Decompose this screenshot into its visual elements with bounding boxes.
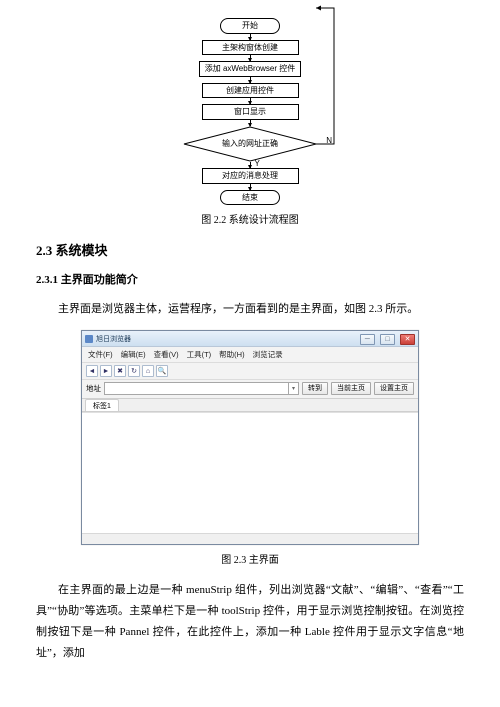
menu-help[interactable]: 帮助(H) xyxy=(218,349,245,360)
paragraph-1: 主界面是浏览器主体，运营程序，一方面看到的是主界面，如图 2.3 所示。 xyxy=(36,299,464,320)
maximize-button[interactable]: □ xyxy=(380,334,395,345)
flow-end: 结束 xyxy=(220,190,280,206)
address-panel: 地址 ▾ 转到 当前主页 设置主页 xyxy=(82,380,418,399)
address-dropdown-icon[interactable]: ▾ xyxy=(288,383,298,394)
paragraph-2: 在主界面的最上边是一种 menuStrip 组件，列出浏览器“文献”、“编辑”、… xyxy=(36,580,464,664)
flow-step-2: 添加 axWebBrowser 控件 xyxy=(199,61,302,77)
forward-icon[interactable]: ► xyxy=(100,365,112,377)
tab-strip: 标签1 xyxy=(82,399,418,412)
app-window: 旭日浏览器 ─ □ ✕ 文件(F) 编辑(E) 查看(V) 工具(T) 帮助(H… xyxy=(81,330,419,545)
close-button[interactable]: ✕ xyxy=(400,334,415,345)
document-page: 开始 主架构窗体创建 添加 axWebBrowser 控件 创建应用控件 窗口显… xyxy=(0,0,500,707)
browser-content xyxy=(82,412,418,533)
menu-edit[interactable]: 编辑(E) xyxy=(120,349,147,360)
tab-1[interactable]: 标签1 xyxy=(85,399,119,411)
refresh-icon[interactable]: ↻ xyxy=(128,365,140,377)
stop-icon[interactable]: ✖ xyxy=(114,365,126,377)
title-bar: 旭日浏览器 ─ □ ✕ xyxy=(82,331,418,347)
flow-step-3: 创建应用控件 xyxy=(202,83,299,99)
flow-decision-label: 输入的网址正确 xyxy=(170,126,330,162)
flowchart: 开始 主架构窗体创建 添加 axWebBrowser 控件 创建应用控件 窗口显… xyxy=(160,18,340,205)
set-home-button[interactable]: 设置主页 xyxy=(374,382,414,395)
current-home-button[interactable]: 当前主页 xyxy=(331,382,371,395)
flow-decision: 输入的网址正确 N xyxy=(170,126,330,162)
heading-2-3-1: 2.3.1 主界面功能简介 xyxy=(36,271,464,287)
menu-tools[interactable]: 工具(T) xyxy=(186,349,213,360)
menu-file[interactable]: 文件(F) xyxy=(87,349,114,360)
tool-strip: ◄ ► ✖ ↻ ⌂ 🔍 xyxy=(82,363,418,380)
figure-caption-23: 图 2.3 主界面 xyxy=(36,551,464,566)
back-icon[interactable]: ◄ xyxy=(86,365,98,377)
address-input[interactable]: ▾ xyxy=(104,382,299,395)
minimize-button[interactable]: ─ xyxy=(360,334,375,345)
flow-step-5: 对应的消息处理 xyxy=(202,168,299,184)
go-button[interactable]: 转到 xyxy=(302,382,328,395)
flow-decision-yes: Y xyxy=(255,159,260,168)
app-icon xyxy=(85,335,93,343)
window-title: 旭日浏览器 xyxy=(96,334,131,344)
flow-step-1: 主架构窗体创建 xyxy=(202,40,299,56)
flow-step-4: 窗口显示 xyxy=(202,104,299,120)
address-label: 地址 xyxy=(86,383,101,394)
flow-start: 开始 xyxy=(220,18,280,34)
search-icon[interactable]: 🔍 xyxy=(156,365,168,377)
heading-2-3: 2.3 系统模块 xyxy=(36,240,464,259)
status-bar xyxy=(82,533,418,544)
home-icon[interactable]: ⌂ xyxy=(142,365,154,377)
figure-caption-22: 图 2.2 系统设计流程图 xyxy=(36,211,464,226)
menu-history[interactable]: 浏览记录 xyxy=(252,349,284,360)
menu-view[interactable]: 查看(V) xyxy=(153,349,180,360)
menu-bar: 文件(F) 编辑(E) 查看(V) 工具(T) 帮助(H) 浏览记录 xyxy=(82,347,418,363)
